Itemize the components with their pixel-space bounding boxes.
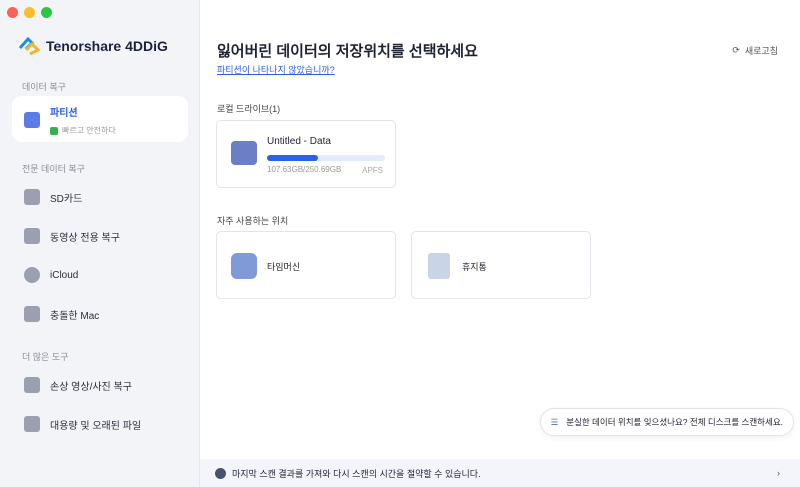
drive-size: 107.63GB/250.69GB — [267, 165, 342, 174]
cloud-icon — [24, 267, 40, 283]
location-time-machine[interactable]: 타임머신 — [216, 231, 396, 299]
drive-usage-bar — [267, 155, 385, 161]
sd-card-icon — [24, 189, 40, 205]
common-locations-label: 자주 사용하는 위치 — [217, 216, 289, 226]
sidebar-item-label: 동영상 전용 복구 — [50, 232, 120, 244]
tip-text: 분실한 데이터 위치를 잊으셨나요? 전체 디스크를 스캔하세요. — [566, 417, 783, 427]
page-title: 잃어버린 데이터의 저장위치를 선택하세요 — [217, 43, 478, 60]
sidebar-item-sd-card[interactable]: SD카드 — [12, 177, 188, 217]
close-button[interactable] — [7, 7, 18, 18]
maximize-button[interactable] — [41, 7, 52, 18]
location-trash[interactable]: 휴지통 — [411, 231, 591, 299]
trash-icon — [428, 253, 450, 279]
logo-icon — [18, 36, 40, 56]
sidebar-item-label: iCloud — [50, 269, 79, 281]
sidebar: Tenorshare 4DDiG 데이터 복구 파티션 빠르고 안전하다 전문 … — [0, 0, 200, 487]
sidebar-item-label: 충돌한 Mac — [50, 310, 100, 322]
sidebar-item-label: 파티션 — [50, 108, 78, 119]
section-pro-recovery: 전문 데이터 복구 — [22, 164, 85, 174]
last-scan-text: 마지막 스캔 결과를 가져와 다시 스캔의 시간을 절약할 수 있습니다. — [232, 468, 481, 479]
last-scan-banner[interactable]: 마지막 스캔 결과를 가져와 다시 스캔의 시간을 절약할 수 있습니다. › — [200, 459, 800, 487]
drive-fs: APFS — [362, 166, 383, 175]
list-icon: ☰ — [550, 416, 559, 427]
sidebar-item-label: SD카드 — [50, 193, 83, 205]
file-icon — [24, 416, 40, 432]
refresh-label: 새로고침 — [744, 46, 778, 56]
refresh-button[interactable]: ⟳ 새로고침 — [732, 44, 778, 57]
location-label: 타임머신 — [267, 262, 301, 272]
chevron-right-icon[interactable]: › — [777, 468, 780, 478]
sidebar-item-icloud[interactable]: iCloud — [12, 255, 188, 295]
video-icon — [24, 228, 40, 244]
shield-icon — [50, 126, 58, 135]
sidebar-item-partition[interactable]: 파티션 빠르고 안전하다 — [12, 96, 188, 142]
sidebar-item-repair[interactable]: 손상 영상/사진 복구 — [12, 365, 188, 405]
section-more-tools: 더 많은 도구 — [22, 352, 69, 362]
sidebar-item-video[interactable]: 동영상 전용 복구 — [12, 216, 188, 256]
refresh-icon: ⟳ — [732, 45, 740, 55]
location-label: 휴지통 — [462, 262, 487, 272]
time-machine-icon — [231, 253, 257, 279]
repair-icon — [24, 377, 40, 393]
full-scan-tip[interactable]: ☰ 분실한 데이터 위치를 잊으셨나요? 전체 디스크를 스캔하세요. — [539, 408, 794, 436]
drive-card[interactable]: Untitled - Data 107.63GB/250.69GB APFS — [216, 120, 396, 188]
drive-name: Untitled - Data — [267, 136, 331, 147]
partition-missing-link[interactable]: 파티션이 나타나지 않았습니까? — [217, 63, 335, 76]
clock-icon — [215, 467, 226, 479]
sidebar-item-large-files[interactable]: 대용량 및 오래된 파일 — [12, 404, 188, 444]
hard-drive-icon — [231, 141, 257, 165]
section-data-recovery: 데이터 복구 — [22, 82, 66, 92]
minimize-button[interactable] — [24, 7, 35, 18]
drive-icon — [24, 112, 40, 128]
sidebar-item-crashed-mac[interactable]: 충돌한 Mac — [12, 294, 188, 334]
main-panel: 잃어버린 데이터의 저장위치를 선택하세요 파티션이 나타나지 않았습니까? ⟳… — [200, 0, 800, 487]
sidebar-item-label: 손상 영상/사진 복구 — [50, 381, 132, 393]
sidebar-item-sub: 빠르고 안전하다 — [62, 126, 116, 135]
local-drive-label: 로컬 드라이브(1) — [217, 104, 281, 114]
sidebar-item-label: 대용량 및 오래된 파일 — [50, 420, 142, 432]
app-logo: Tenorshare 4DDiG — [18, 36, 168, 56]
window-controls — [7, 7, 52, 18]
app-name: Tenorshare 4DDiG — [46, 38, 168, 54]
mac-icon — [24, 306, 40, 322]
